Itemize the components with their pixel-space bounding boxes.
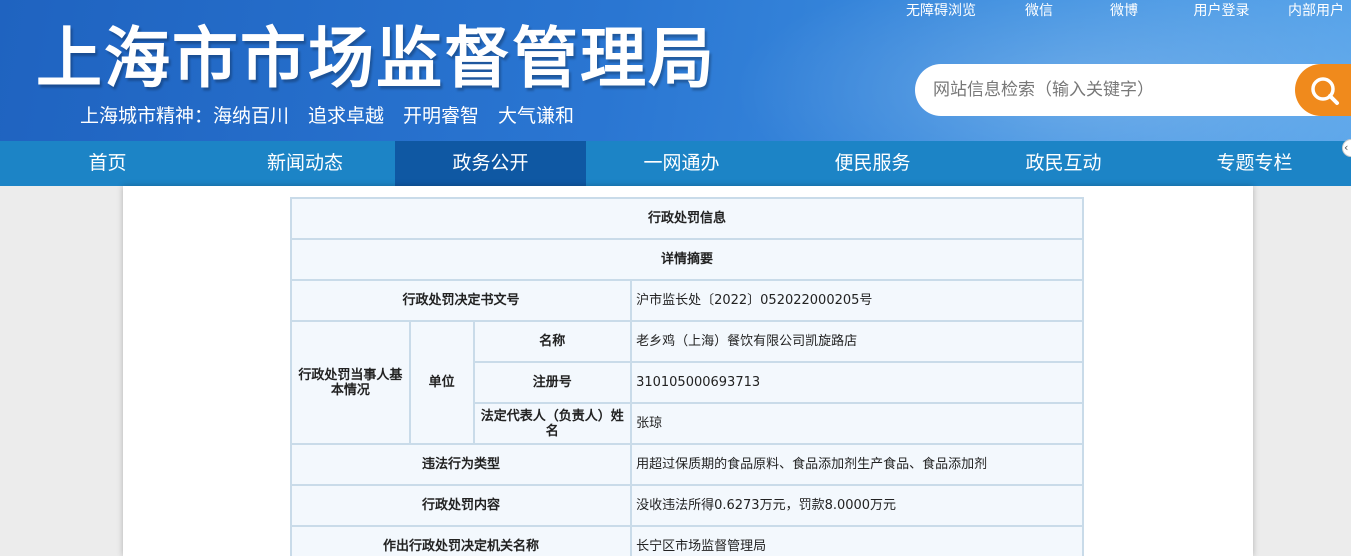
table-subtitle: 详情摘要	[290, 238, 1084, 281]
site-header: 无障碍浏览 微信 微博 用户登录 内部用户 上海市市场监督管理局 上海城市精神：…	[0, 0, 1351, 141]
penalty-info-table: 行政处罚信息 详情摘要 行政处罚决定书文号 沪市监长处〔2022〕0520220…	[289, 197, 1084, 556]
nav-item-one-network[interactable]: 一网通办	[586, 141, 777, 186]
legal-rep-label: 法定代表人（负责人）姓名	[472, 402, 633, 445]
search-button[interactable]	[1295, 64, 1351, 116]
table-row: 行政处罚当事人基本情况 单位 名称 老乡鸡（上海）餐饮有限公司凯旋路店	[290, 320, 1084, 445]
weibo-link[interactable]: 微博	[1099, 2, 1149, 20]
user-login-link[interactable]: 用户登录	[1184, 2, 1259, 20]
table-row: 行政处罚信息	[290, 197, 1084, 240]
legal-rep-value: 张琼	[630, 402, 1084, 445]
nav-item-special-topics[interactable]: 专题专栏	[1159, 141, 1350, 186]
penalty-content-value: 没收违法所得0.6273万元，罚款8.0000万元	[630, 484, 1084, 527]
unit-label: 单位	[408, 320, 475, 445]
authority-value: 长宁区市场监督管理局	[630, 525, 1084, 556]
reg-no-label: 注册号	[472, 361, 633, 404]
table-title: 行政处罚信息	[290, 197, 1084, 240]
nav-item-news[interactable]: 新闻动态	[215, 141, 395, 186]
accessibility-link[interactable]: 无障碍浏览	[896, 2, 986, 20]
party-label: 行政处罚当事人基本情况	[290, 320, 411, 445]
decision-no-value: 沪市监长处〔2022〕052022000205号	[630, 279, 1084, 322]
nav-item-public-service[interactable]: 便民服务	[777, 141, 968, 186]
side-toggle-button[interactable]: ‹	[1342, 139, 1351, 157]
authority-label: 作出行政处罚决定机关名称	[289, 525, 633, 556]
name-label: 名称	[472, 320, 633, 363]
nav-item-interaction[interactable]: 政民互动	[968, 141, 1159, 186]
decision-no-label: 行政处罚决定书文号	[289, 279, 633, 322]
main-nav: 首页 新闻动态 政务公开 一网通办 便民服务 政民互动 专题专栏	[0, 141, 1351, 186]
penalty-content-label: 行政处罚内容	[289, 484, 633, 527]
table-row: 详情摘要	[290, 238, 1084, 281]
table-row: 作出行政处罚决定机关名称 长宁区市场监督管理局	[289, 525, 1084, 556]
site-slogan: 上海城市精神：海纳百川 追求卓越 开明睿智 大气谦和	[80, 105, 575, 127]
search-box	[915, 64, 1325, 116]
nav-item-government-affairs[interactable]: 政务公开	[395, 141, 586, 186]
site-title[interactable]: 上海市市场监督管理局	[36, 18, 716, 98]
content-panel: 行政处罚信息 详情摘要 行政处罚决定书文号 沪市监长处〔2022〕0520220…	[123, 186, 1253, 556]
reg-no-value: 310105000693713	[630, 361, 1084, 404]
chevron-left-icon: ‹	[1344, 141, 1349, 154]
top-links: 无障碍浏览 微信 微博 用户登录 内部用户	[896, 2, 1351, 20]
wechat-link[interactable]: 微信	[1014, 2, 1064, 20]
table-row: 行政处罚内容 没收违法所得0.6273万元，罚款8.0000万元	[289, 484, 1084, 527]
table-row: 违法行为类型 用超过保质期的食品原料、食品添加剂生产食品、食品添加剂	[289, 443, 1084, 486]
violation-type-value: 用超过保质期的食品原料、食品添加剂生产食品、食品添加剂	[630, 443, 1084, 486]
violation-type-label: 违法行为类型	[289, 443, 633, 486]
nav-item-home[interactable]: 首页	[0, 141, 215, 186]
search-icon	[1311, 77, 1339, 105]
internal-user-link[interactable]: 内部用户	[1281, 2, 1351, 20]
table-row: 行政处罚决定书文号 沪市监长处〔2022〕052022000205号	[289, 279, 1084, 322]
search-input[interactable]	[915, 64, 1285, 116]
name-value: 老乡鸡（上海）餐饮有限公司凯旋路店	[630, 320, 1084, 363]
